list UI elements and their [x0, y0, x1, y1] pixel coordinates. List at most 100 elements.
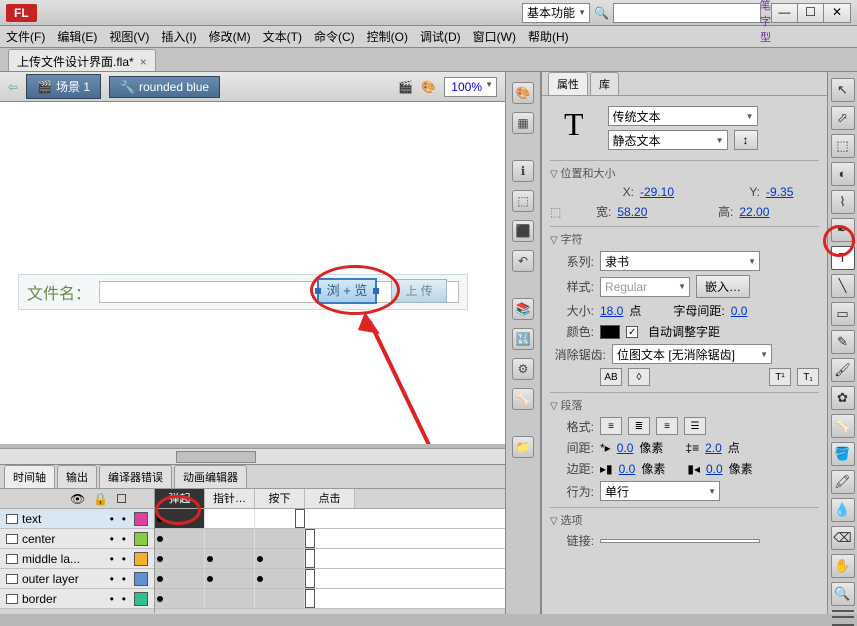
- library-icon[interactable]: 📚: [512, 298, 534, 320]
- text-type-combo[interactable]: 静态文本: [608, 130, 728, 150]
- menu-modify[interactable]: 修改(M): [209, 28, 251, 45]
- align-left-button[interactable]: ≡: [600, 417, 622, 435]
- bucket-tool[interactable]: 🪣: [831, 442, 855, 466]
- layer-row[interactable]: border••: [0, 589, 154, 609]
- antialias-combo[interactable]: 位图文本 [无消除锯齿]: [612, 344, 772, 364]
- edit-scene-icon[interactable]: 🎬: [398, 80, 413, 94]
- tab-errors[interactable]: 编译器错误: [99, 465, 172, 488]
- font-size[interactable]: 18.0: [600, 304, 623, 318]
- frame-row[interactable]: [155, 589, 505, 609]
- link-input[interactable]: [600, 539, 760, 543]
- zoom-combo[interactable]: 100%: [444, 77, 497, 97]
- menu-help[interactable]: 帮助(H): [528, 28, 569, 45]
- menu-window[interactable]: 窗口(W): [473, 28, 516, 45]
- align-center-button[interactable]: ≣: [628, 417, 650, 435]
- frame-row[interactable]: [155, 529, 505, 549]
- orient-button[interactable]: ↕: [734, 130, 758, 150]
- scene-breadcrumb[interactable]: 🎬场景 1: [26, 74, 101, 99]
- h-value[interactable]: 22.00: [739, 205, 769, 219]
- text-engine-combo[interactable]: 传统文本: [608, 106, 758, 126]
- margin-left-value[interactable]: 0.0: [619, 462, 636, 476]
- upload-button[interactable]: 上 传: [391, 279, 447, 303]
- tab-output[interactable]: 输出: [57, 465, 97, 488]
- selection-tool[interactable]: ↖: [831, 78, 855, 102]
- document-tab[interactable]: 上传文件设计界面.fla*×: [8, 49, 156, 71]
- selectable-button[interactable]: AB: [600, 368, 622, 386]
- subselection-tool[interactable]: ⬀: [831, 106, 855, 130]
- section-paragraph[interactable]: 段落: [550, 397, 819, 413]
- frame-label-down[interactable]: 按下: [255, 489, 305, 508]
- layer-row[interactable]: outer layer••: [0, 569, 154, 589]
- superscript-button[interactable]: T¹: [769, 368, 791, 386]
- menu-commands[interactable]: 命令(C): [314, 28, 355, 45]
- margin-right-value[interactable]: 0.0: [706, 462, 723, 476]
- letter-spacing[interactable]: 0.0: [731, 304, 748, 318]
- 3d-rotate-tool[interactable]: ◐: [831, 162, 855, 186]
- stroke-color-swatch[interactable]: [832, 610, 854, 612]
- deco-tool[interactable]: ✿: [831, 386, 855, 410]
- font-style-combo[interactable]: Regular: [600, 277, 690, 297]
- frame-label-over[interactable]: 指针…: [205, 489, 255, 508]
- subscript-button[interactable]: T₁: [797, 368, 819, 386]
- align-right-button[interactable]: ≡: [656, 417, 678, 435]
- y-value[interactable]: -9.35: [766, 185, 793, 199]
- indent-value[interactable]: 0.0: [617, 441, 634, 455]
- fill-color-swatch[interactable]: [832, 616, 854, 618]
- project-icon[interactable]: 📁: [512, 436, 534, 458]
- behavior-combo[interactable]: 单行: [600, 481, 720, 501]
- eraser-tool[interactable]: ⌫: [831, 526, 855, 550]
- text-tool[interactable]: T: [831, 246, 855, 270]
- browse-button[interactable]: 浏 + 览: [317, 278, 377, 304]
- stage-canvas[interactable]: 文件名： 浏 + 览 上 传: [0, 102, 505, 448]
- align-justify-button[interactable]: ☰: [684, 417, 706, 435]
- leading-value[interactable]: 2.0: [705, 441, 722, 455]
- stage-scrollbar-h[interactable]: [0, 448, 505, 464]
- component-icon[interactable]: ⬛: [512, 220, 534, 242]
- layer-row[interactable]: text••: [0, 509, 154, 529]
- tab-motion[interactable]: 动画编辑器: [174, 465, 247, 488]
- layer-row[interactable]: center••: [0, 529, 154, 549]
- eyedropper-tool[interactable]: 💧: [831, 498, 855, 522]
- frame-label-up[interactable]: 弹起: [155, 489, 205, 508]
- layer-row[interactable]: middle la...••: [0, 549, 154, 569]
- pencil-tool[interactable]: ✎: [831, 330, 855, 354]
- pen-tool[interactable]: ✒: [831, 218, 855, 242]
- edit-symbol-icon[interactable]: 🎨: [421, 80, 436, 94]
- render-html-button[interactable]: ◊: [628, 368, 650, 386]
- brush-tool[interactable]: 🖌: [831, 358, 855, 382]
- ink-tool[interactable]: 🖍: [831, 470, 855, 494]
- menu-file[interactable]: 文件(F): [6, 28, 45, 45]
- close-tab-icon[interactable]: ×: [140, 55, 147, 69]
- embed-button[interactable]: 嵌入…: [696, 275, 750, 298]
- text-color-swatch[interactable]: [600, 325, 620, 339]
- menu-edit[interactable]: 编辑(E): [57, 28, 97, 45]
- menu-insert[interactable]: 插入(I): [161, 28, 196, 45]
- symbol-icon[interactable]: 🔣: [512, 328, 534, 350]
- history-icon[interactable]: ↶: [512, 250, 534, 272]
- workspace-combo[interactable]: 基本功能: [522, 3, 590, 23]
- outline-icon[interactable]: ☐: [116, 492, 127, 506]
- line-tool[interactable]: ╲: [831, 274, 855, 298]
- section-character[interactable]: 字符: [550, 231, 819, 247]
- hand-tool[interactable]: ✋: [831, 554, 855, 578]
- free-transform-tool[interactable]: ⬚: [831, 134, 855, 158]
- tab-library[interactable]: 库: [590, 72, 619, 95]
- transform-icon[interactable]: ⬚: [512, 190, 534, 212]
- menu-view[interactable]: 视图(V): [109, 28, 149, 45]
- lasso-tool[interactable]: ⌇: [831, 190, 855, 214]
- section-options[interactable]: 选项: [550, 512, 819, 528]
- font-family-combo[interactable]: 隶书: [600, 251, 760, 271]
- auto-kern-checkbox[interactable]: [626, 326, 638, 338]
- maximize-button[interactable]: ☐: [798, 4, 824, 22]
- x-value[interactable]: -29.10: [640, 185, 674, 199]
- frame-row[interactable]: [155, 509, 505, 529]
- rectangle-tool[interactable]: ▭: [831, 302, 855, 326]
- search-input[interactable]: 五笔字型: [613, 3, 761, 23]
- tab-properties[interactable]: 属性: [548, 72, 588, 95]
- close-button[interactable]: ✕: [824, 4, 850, 22]
- w-value[interactable]: 58.20: [617, 205, 647, 219]
- back-arrow-icon[interactable]: ⇦: [8, 80, 18, 94]
- menu-control[interactable]: 控制(O): [367, 28, 408, 45]
- menu-text[interactable]: 文本(T): [263, 28, 302, 45]
- minimize-button[interactable]: —: [772, 4, 798, 22]
